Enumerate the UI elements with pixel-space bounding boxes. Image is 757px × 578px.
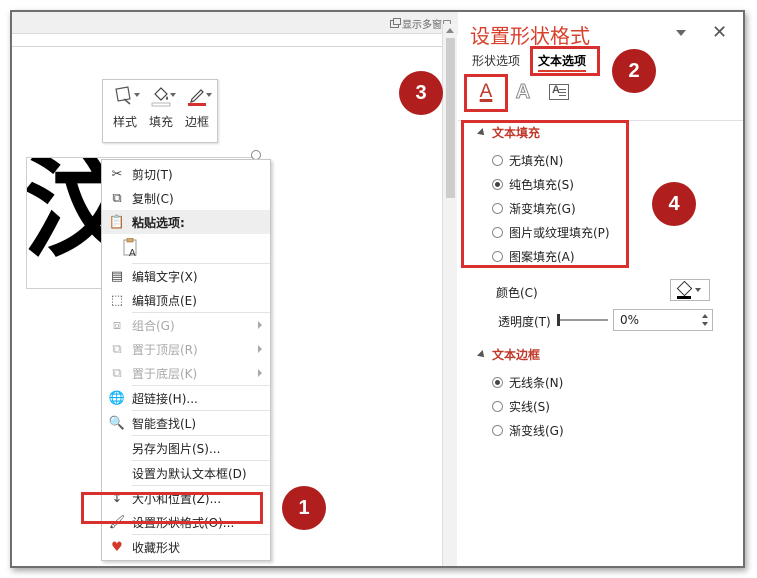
- menu-item-bring-to-front[interactable]: ⧉ 置于顶层(R): [102, 337, 270, 361]
- vertical-scrollbar[interactable]: [442, 24, 457, 566]
- transparency-label: 透明度(T): [498, 315, 551, 329]
- style-brush-icon: [114, 85, 140, 107]
- group-icon: ⧈: [112, 317, 122, 333]
- chevron-down-icon: [695, 288, 701, 292]
- edit-points-icon: ⬚: [110, 292, 124, 308]
- style-label: 样式: [112, 115, 137, 129]
- step-badge-4: 4: [652, 182, 696, 226]
- outline-button[interactable]: 边框: [181, 85, 213, 130]
- menu-item-group[interactable]: ⧈ 组合(G): [102, 313, 270, 337]
- menu-item-copy[interactable]: ⧉ 复制(C): [102, 186, 270, 210]
- transparency-spinner[interactable]: 0%: [613, 309, 713, 331]
- submenu-arrow-icon: [258, 345, 262, 353]
- menu-item-hyperlink[interactable]: 🌐 超链接(H)...: [102, 386, 270, 410]
- paste-options-header: 📋 粘贴选项:: [102, 210, 270, 234]
- top-strip: 显示多窗口: [12, 12, 458, 34]
- heart-icon: ♥: [111, 539, 123, 555]
- fill-bucket-icon: [150, 85, 176, 107]
- highlight-box-fill-options: [461, 120, 629, 268]
- outline-pen-icon: [186, 85, 212, 107]
- send-back-icon: ⧉: [112, 365, 122, 381]
- radio-gradient-line[interactable]: 渐变线(G): [492, 422, 564, 439]
- menu-item-smart-lookup[interactable]: 🔍 智能查找(L): [102, 411, 270, 435]
- paste-text-only-button[interactable]: A: [102, 234, 270, 262]
- multi-window-icon: [390, 17, 401, 28]
- clipboard-icon: 📋: [108, 214, 126, 230]
- pane-options-dropdown[interactable]: [676, 30, 686, 36]
- highlight-box-text-options: [530, 46, 600, 76]
- slider-thumb[interactable]: [557, 314, 560, 326]
- copy-icon: ⧉: [112, 190, 122, 206]
- bring-front-icon: ⧉: [112, 341, 122, 357]
- svg-text:A: A: [129, 248, 136, 258]
- menu-item-save-as-picture[interactable]: 另存为图片(S)...: [102, 436, 270, 460]
- transparency-value: 0%: [620, 313, 640, 327]
- slide-canvas-area: 显示多窗口 汶 样式 填充 边框 ✂ 剪切(T) ⧉ 复制(C) 📋 粘贴选项:…: [12, 12, 458, 566]
- scissors-icon: ✂: [111, 166, 123, 182]
- fill-button[interactable]: 填充: [145, 85, 177, 130]
- step-badge-3: 3: [399, 71, 443, 115]
- radio-button[interactable]: [492, 425, 503, 436]
- textbox-layout-icon[interactable]: [548, 79, 570, 105]
- radio-button-checked[interactable]: [492, 377, 503, 388]
- submenu-arrow-icon: [258, 369, 262, 377]
- menu-item-set-default-textbox[interactable]: 设置为默认文本框(D): [102, 461, 270, 485]
- step-badge-1: 1: [282, 486, 326, 530]
- menu-item-edit-text[interactable]: ▤ 编辑文字(X): [102, 264, 270, 288]
- scrollbar-thumb[interactable]: [446, 38, 455, 198]
- style-button[interactable]: 样式: [109, 85, 141, 130]
- mini-toolbar: 样式 填充 边框: [102, 79, 218, 143]
- spin-down-icon[interactable]: [702, 322, 708, 326]
- spin-up-icon[interactable]: [702, 314, 708, 318]
- section-text-outline[interactable]: 文本边框: [477, 346, 540, 363]
- fill-color-icon: [677, 283, 691, 299]
- highlight-box-text-fill-icon: [464, 74, 508, 112]
- menu-item-favorite-shape[interactable]: ♥ 收藏形状: [102, 535, 270, 559]
- screenshot-frame: 显示多窗口 汶 样式 填充 边框 ✂ 剪切(T) ⧉ 复制(C) 📋 粘贴选项:…: [0, 0, 757, 578]
- menu-item-send-to-back[interactable]: ⧉ 置于底层(K): [102, 361, 270, 385]
- step-badge-2: 2: [612, 49, 656, 93]
- collapse-triangle-icon: [477, 350, 487, 360]
- outline-label: 边框: [184, 115, 209, 129]
- tab-shape-options[interactable]: 形状选项: [472, 52, 520, 69]
- close-icon[interactable]: ✕: [712, 22, 727, 43]
- transparency-slider[interactable]: [557, 314, 608, 326]
- radio-button[interactable]: [492, 401, 503, 412]
- text-effects-icon[interactable]: A: [512, 79, 534, 105]
- menu-item-edit-points[interactable]: ⬚ 编辑顶点(E): [102, 288, 270, 312]
- hyperlink-icon: 🌐: [108, 390, 126, 406]
- radio-solid-line[interactable]: 实线(S): [492, 398, 550, 415]
- paste-text-only-icon: A: [102, 238, 160, 258]
- scroll-up-icon[interactable]: [446, 28, 454, 33]
- highlight-box-format-shape: [81, 492, 263, 524]
- submenu-arrow-icon: [258, 321, 262, 329]
- color-picker-button[interactable]: [670, 279, 710, 301]
- edit-text-icon: ▤: [110, 268, 124, 284]
- smart-lookup-icon: 🔍: [108, 415, 126, 431]
- color-label: 颜色(C): [496, 286, 538, 300]
- radio-no-line[interactable]: 无线条(N): [492, 374, 563, 391]
- menu-item-cut[interactable]: ✂ 剪切(T): [102, 162, 270, 186]
- fill-label: 填充: [148, 115, 173, 129]
- pane-title: 设置形状格式: [470, 24, 590, 48]
